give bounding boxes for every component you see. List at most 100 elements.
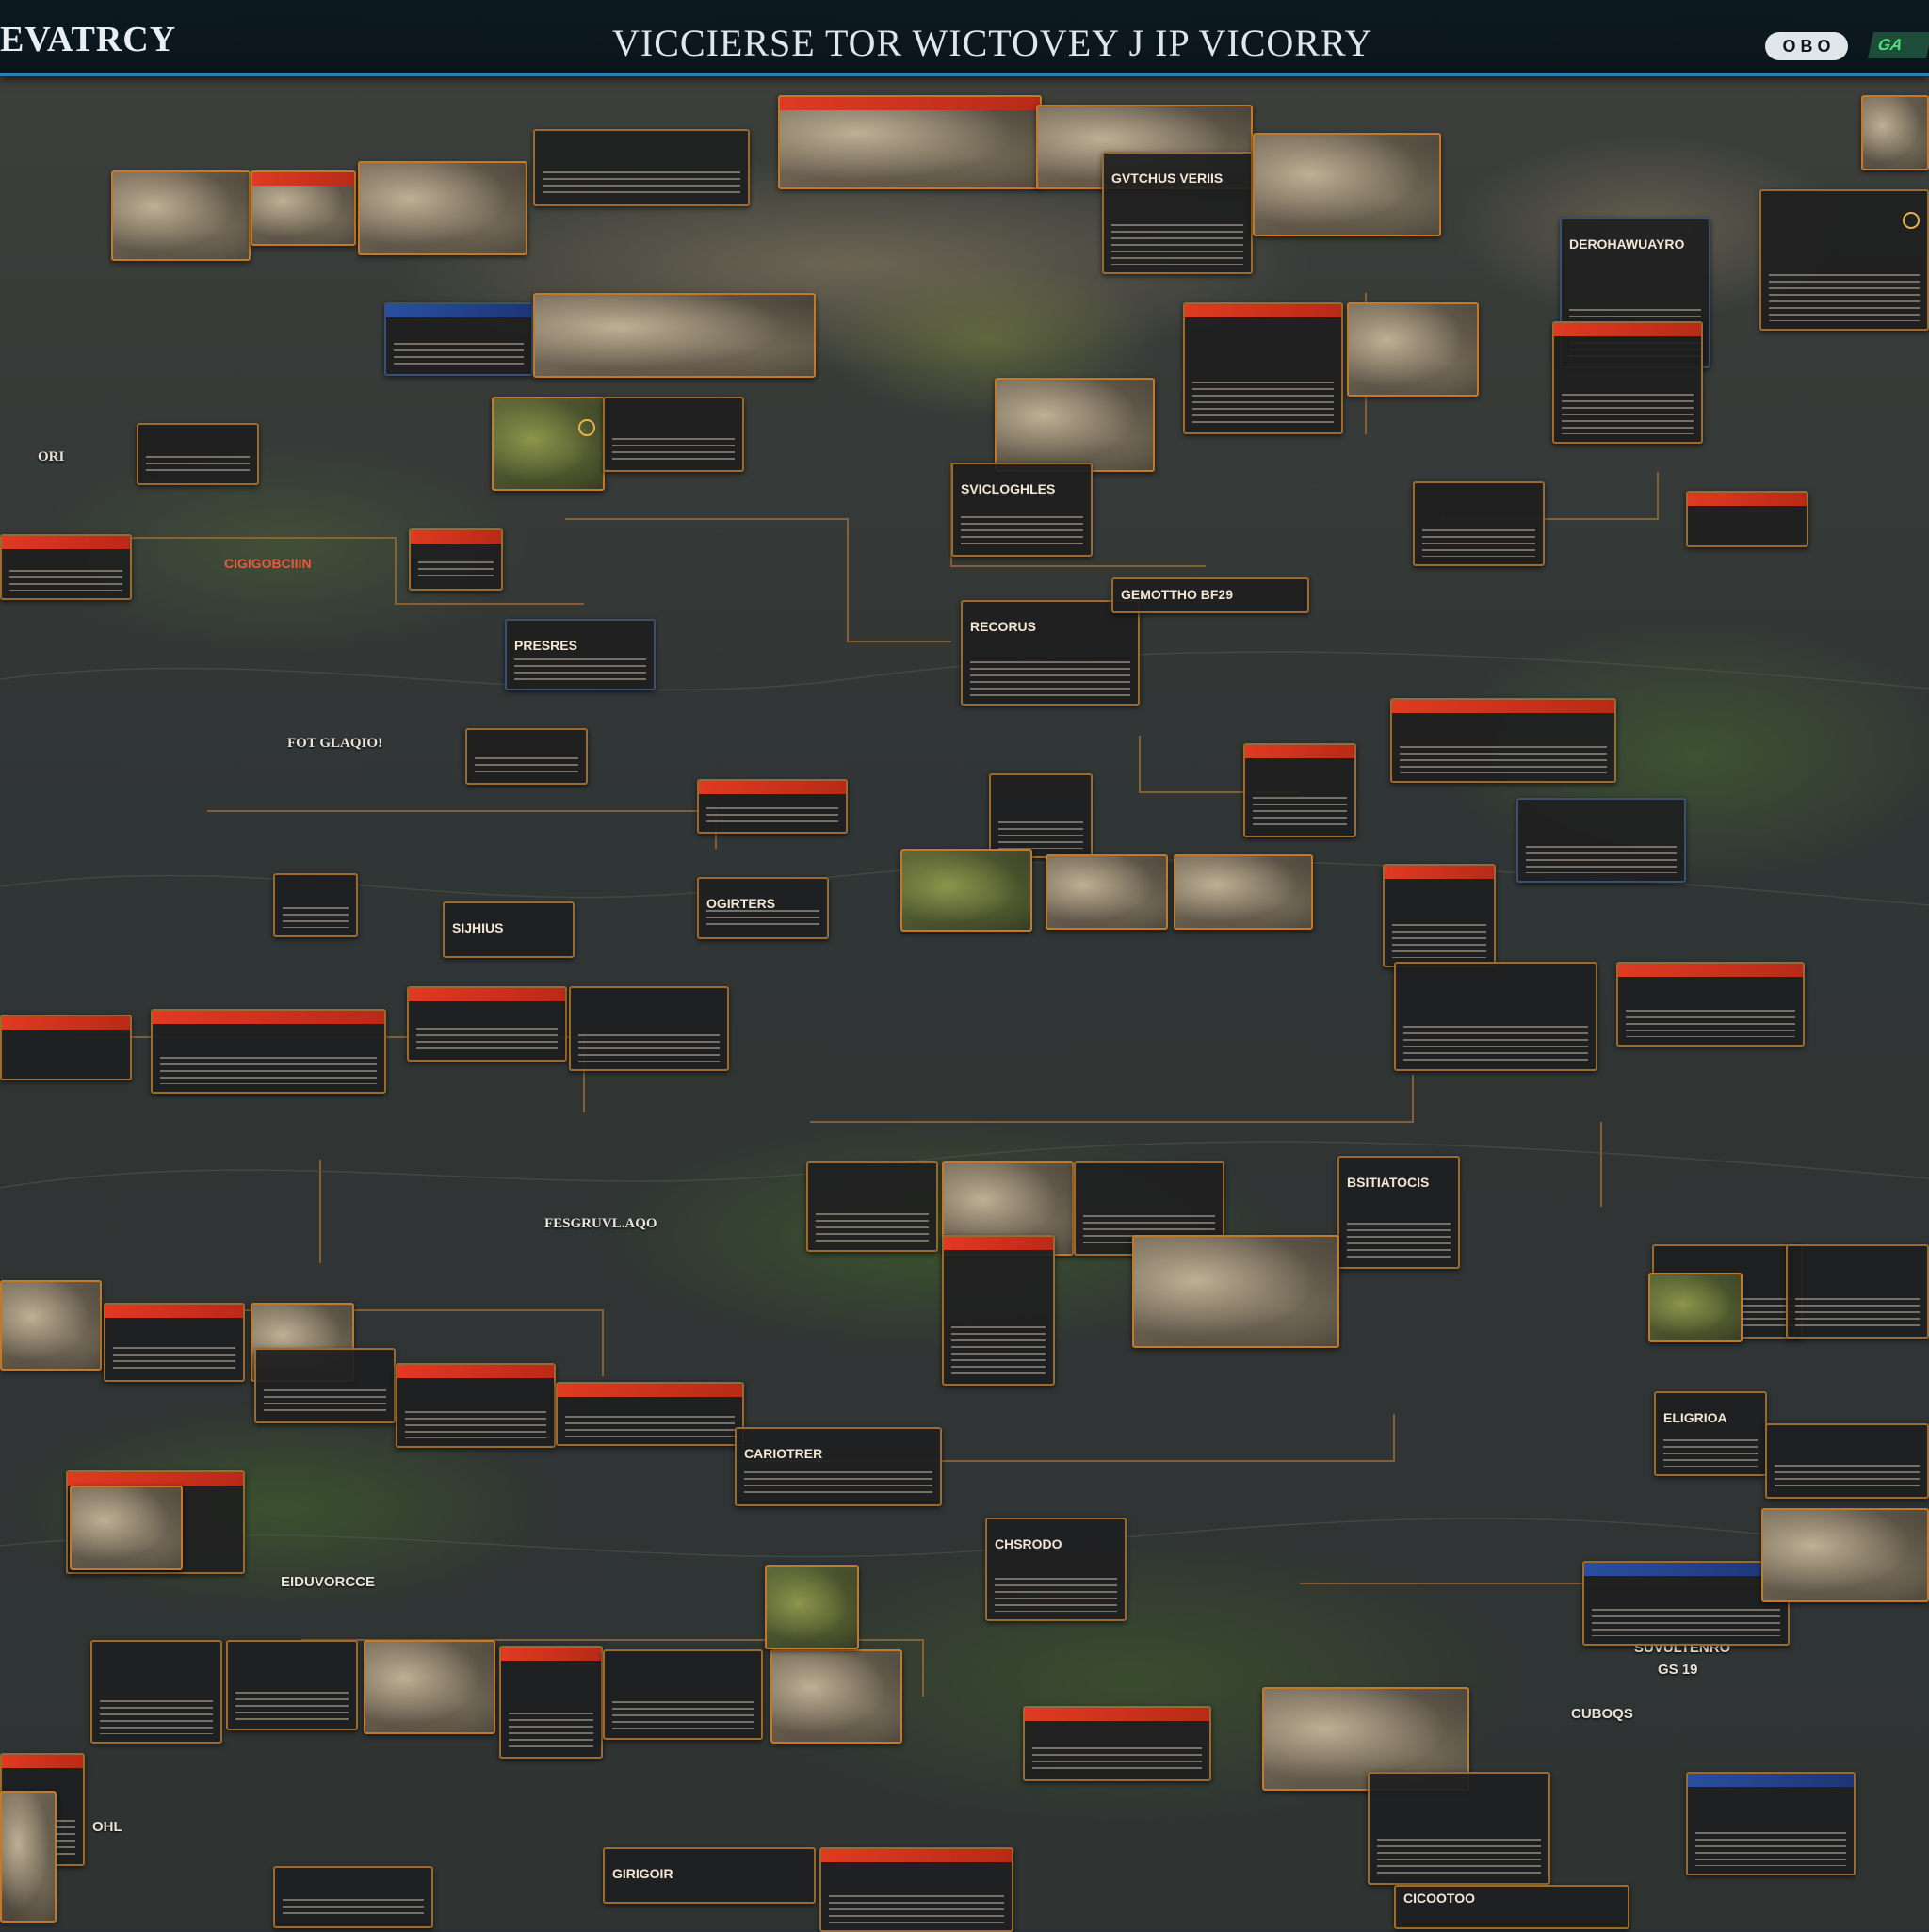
region-card[interactable] [765,1565,859,1649]
region-status-icon [1903,212,1920,229]
region-card[interactable] [1394,962,1597,1071]
region-card[interactable] [1765,1423,1929,1499]
region-card[interactable] [254,1348,396,1423]
region-card[interactable] [137,423,259,485]
region-card[interactable]: ELIGRIOA [1654,1391,1767,1476]
region-card[interactable] [0,534,132,600]
region-card[interactable] [1174,854,1313,930]
region-card[interactable] [770,1649,902,1744]
region-card[interactable] [778,95,1042,189]
region-card[interactable] [251,170,356,246]
region-card[interactable] [0,1791,57,1923]
region-card[interactable]: CICOOTOO [1394,1885,1629,1929]
region-card[interactable]: GEMOTTHO BF29 [1111,577,1309,613]
region-card[interactable] [1383,864,1496,967]
region-card[interactable]: PRESRES [505,619,656,690]
card-text-lines [100,1699,213,1734]
map-label-ohl[interactable]: OHL [92,1819,122,1835]
region-card[interactable] [900,849,1032,932]
region-card[interactable] [819,1847,1013,1932]
region-card[interactable] [0,1015,132,1080]
map-label-eiduvorcce[interactable]: EIDUVORCCE [281,1574,375,1590]
region-card[interactable] [1347,302,1479,397]
page-title: VICCIERSE TOR WICTOVEY J IP VICORRY [612,22,1373,64]
region-card[interactable] [1516,798,1686,883]
region-card[interactable]: CARIOTRER [735,1427,942,1506]
region-card[interactable] [1243,743,1356,837]
region-card[interactable] [1368,1772,1550,1885]
region-card[interactable] [603,1649,763,1740]
region-card[interactable] [1552,321,1703,444]
region-card[interactable] [989,773,1093,858]
region-card[interactable] [1686,1772,1856,1875]
region-card[interactable]: GVTCHUS VERIIS [1102,152,1253,274]
region-card[interactable] [499,1646,603,1759]
region-card[interactable] [569,986,729,1071]
region-card-title: ELIGRIOA [1663,1410,1727,1425]
region-card[interactable] [409,528,503,591]
status-toggle-button[interactable]: O B O [1765,32,1848,60]
region-card[interactable] [1786,1244,1929,1339]
map-label-ori[interactable]: ORI [38,449,64,465]
region-card[interactable] [1413,481,1545,566]
region-card[interactable] [358,161,527,255]
region-card[interactable] [556,1382,744,1446]
region-card[interactable] [396,1363,556,1448]
region-card[interactable] [1616,962,1805,1047]
region-card-header [411,530,501,544]
region-card[interactable] [942,1235,1055,1386]
region-card[interactable] [1390,698,1616,783]
region-card[interactable] [151,1009,386,1094]
region-card[interactable]: OGIRTERS [697,877,829,939]
region-card[interactable] [273,873,358,937]
region-card[interactable] [806,1161,938,1252]
region-card[interactable] [1861,95,1929,170]
region-card[interactable]: CIGIGOBCIIIN [217,552,320,580]
world-map[interactable]: ORI FOT GLAQIO! FESGRUVL.AQO SUVULTENRO … [0,76,1929,1932]
region-card[interactable] [1023,1706,1211,1781]
region-card[interactable] [492,397,605,491]
region-card-title: CICOOTOO [1403,1891,1475,1906]
region-card[interactable] [1759,189,1929,331]
map-label-gs19[interactable]: GS 19 [1658,1662,1698,1678]
card-text-lines [744,1470,932,1497]
region-card[interactable] [273,1866,433,1928]
region-card[interactable] [104,1303,245,1382]
region-card[interactable] [364,1640,495,1734]
region-card[interactable]: SVICLOGHLES [951,463,1093,557]
region-card[interactable] [1183,302,1343,434]
region-card[interactable] [1046,854,1168,930]
region-card[interactable]: SIJHIUS [443,901,575,958]
region-card[interactable] [384,302,533,376]
region-card[interactable] [1582,1561,1790,1646]
card-text-lines [509,1712,593,1749]
region-card[interactable] [603,397,744,472]
card-text-lines [1626,1009,1795,1037]
region-card[interactable] [90,1640,222,1744]
region-card[interactable]: BSITIATOCIS [1337,1156,1460,1269]
map-label-cuboqs[interactable]: CUBOQS [1571,1706,1633,1722]
card-text-lines [416,1028,558,1052]
region-card[interactable]: RECORUS [961,600,1140,706]
map-label-for-glaqio[interactable]: FOT GLAQIO! [287,736,382,752]
region-card[interactable] [1253,133,1441,236]
region-card[interactable] [1648,1273,1743,1342]
region-card[interactable] [0,1280,102,1371]
region-card[interactable] [465,728,588,785]
region-card[interactable] [1132,1235,1339,1348]
map-label-fesgruvl[interactable]: FESGRUVL.AQO [544,1216,657,1232]
region-card[interactable] [407,986,567,1062]
region-card[interactable] [1761,1508,1929,1602]
region-card[interactable]: GIRIGOIR [603,1847,816,1904]
region-card-header [68,1472,243,1486]
region-card[interactable] [70,1486,183,1570]
region-card[interactable] [697,779,848,834]
region-card[interactable] [226,1640,358,1730]
region-card[interactable] [995,378,1155,472]
region-card[interactable] [111,170,251,261]
region-card-title: DEROHAWUAYRO [1569,236,1685,252]
region-card[interactable] [533,129,750,206]
region-card[interactable] [1686,491,1808,547]
region-card[interactable]: CHSRODO [985,1518,1127,1621]
region-card[interactable] [533,293,816,378]
